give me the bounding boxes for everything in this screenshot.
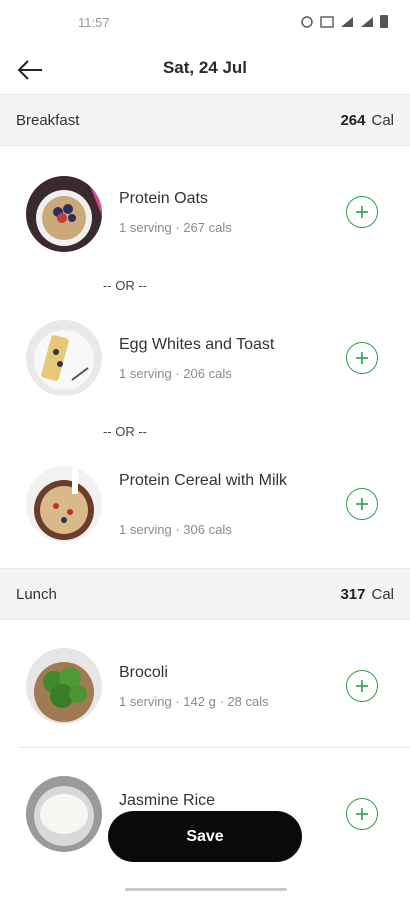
- status-icons: [300, 15, 388, 28]
- food-name: Protein Oats: [119, 190, 208, 207]
- plus-icon: [356, 206, 368, 218]
- section-header-breakfast: Breakfast 264 Cal: [0, 94, 410, 146]
- food-name: Protein Cereal with Milk: [119, 472, 288, 489]
- food-name: Egg Whites and Toast: [119, 336, 275, 353]
- add-button[interactable]: [346, 342, 378, 374]
- list-item-egg-whites-toast[interactable]: Egg Whites and Toast 1 serving · 206 cal…: [0, 316, 410, 400]
- page-title: Sat, 24 Jul: [162, 58, 248, 77]
- food-name: Jasmine Rice: [119, 792, 216, 809]
- section-calories: 264 Cal: [340, 112, 394, 129]
- plus-icon: [356, 498, 368, 510]
- calorie-unit: Cal: [371, 112, 394, 129]
- sim-icon: [320, 15, 334, 28]
- food-image-rice: [26, 776, 102, 852]
- battery-icon: [380, 15, 388, 28]
- or-separator: -- OR --: [102, 278, 148, 293]
- signal-4g-icon: [361, 16, 373, 27]
- food-meta: 1 serving · 267 cals: [119, 220, 232, 235]
- food-meta: 1 serving · 206 cals: [119, 366, 232, 381]
- section-header-lunch: Lunch 317 Cal: [0, 568, 410, 620]
- home-indicator[interactable]: [125, 888, 287, 891]
- plus-icon: [356, 680, 368, 692]
- section-title: Breakfast: [16, 112, 80, 129]
- save-button[interactable]: Save: [108, 811, 302, 862]
- signal-icon: [341, 16, 353, 27]
- app-bar: Sat, 24 Jul: [0, 46, 410, 94]
- list-item-brocoli[interactable]: Brocoli 1 serving · 142 g · 28 cals: [0, 644, 410, 728]
- food-meta: 1 serving · 306 cals: [119, 522, 232, 537]
- food-image-egg-toast: [26, 320, 102, 396]
- calorie-value: 264: [340, 112, 366, 129]
- food-meta: 1 serving · 142 g · 28 cals: [119, 694, 269, 709]
- list-item-protein-cereal[interactable]: Protein Cereal with Milk 1 serving · 306…: [0, 462, 410, 546]
- add-button[interactable]: [346, 488, 378, 520]
- add-button[interactable]: [346, 798, 378, 830]
- list-item-protein-oats[interactable]: Protein Oats 1 serving · 267 cals: [0, 172, 410, 256]
- food-image-oats: [26, 176, 102, 252]
- plus-icon: [356, 808, 368, 820]
- food-image-brocoli: [26, 648, 102, 724]
- status-bar: 11:57: [0, 0, 410, 46]
- calorie-unit: Cal: [371, 586, 394, 603]
- or-separator: -- OR --: [102, 424, 148, 439]
- calorie-value: 317: [340, 586, 366, 603]
- wifi-icon: [301, 15, 313, 28]
- food-image-cereal: [26, 466, 102, 542]
- list-divider: [18, 747, 410, 748]
- add-button[interactable]: [346, 196, 378, 228]
- food-name: Brocoli: [119, 664, 168, 681]
- section-title: Lunch: [16, 586, 57, 603]
- plus-icon: [356, 352, 368, 364]
- section-calories: 317 Cal: [340, 586, 394, 603]
- status-time: 11:57: [78, 15, 110, 30]
- add-button[interactable]: [346, 670, 378, 702]
